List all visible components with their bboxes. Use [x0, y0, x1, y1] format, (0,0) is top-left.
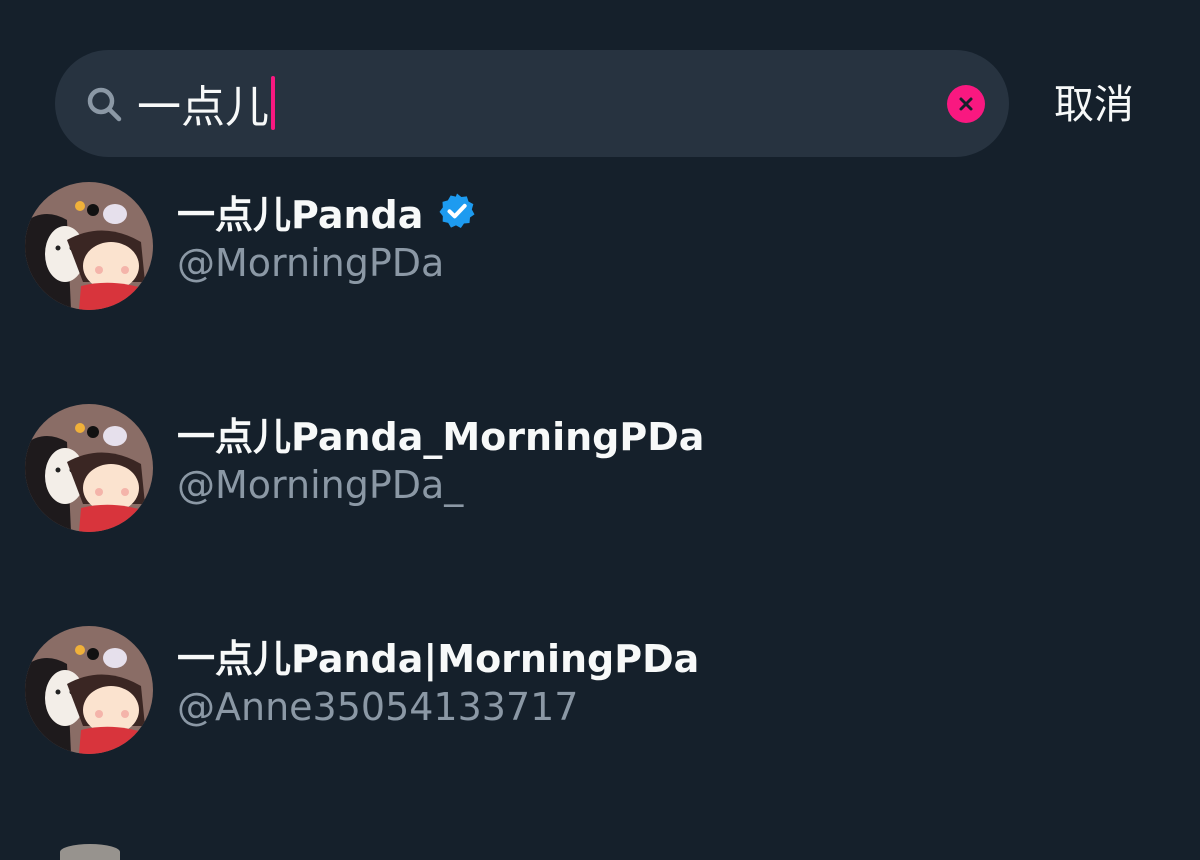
- result-display-name: 一点儿Panda|MorningPDa: [177, 630, 700, 681]
- result-display-name: 一点儿Panda: [177, 186, 477, 237]
- search-result-row[interactable]: 一点儿Panda|MorningPDa @Anne35054133717: [0, 626, 1200, 806]
- clear-search-button[interactable]: [947, 85, 985, 123]
- search-result-row[interactable]: 一点儿Panda @MorningPDa: [0, 182, 1200, 362]
- close-icon: [959, 97, 973, 111]
- cancel-button[interactable]: 取消: [1054, 78, 1134, 132]
- result-handle: @Anne35054133717: [177, 685, 579, 729]
- verified-badge-icon: [439, 193, 475, 228]
- avatar: [25, 182, 153, 310]
- avatar: [25, 626, 153, 754]
- search-input[interactable]: 一点儿: [137, 68, 275, 138]
- display-name-text: 一点儿Panda_MorningPDa: [177, 414, 705, 459]
- search-query-text: 一点儿: [137, 82, 269, 133]
- result-handle: @MorningPDa_: [177, 463, 464, 507]
- result-handle: @MorningPDa: [177, 241, 445, 285]
- text-cursor: [271, 76, 275, 130]
- search-icon: [87, 87, 122, 122]
- avatar: [25, 404, 153, 532]
- display-name-text: 一点儿Panda|MorningPDa: [177, 636, 700, 681]
- search-result-row[interactable]: 一点儿Panda_MorningPDa @MorningPDa_: [0, 404, 1200, 584]
- display-name-text: 一点儿Panda: [177, 192, 424, 237]
- avatar: [60, 844, 120, 860]
- result-display-name: 一点儿Panda_MorningPDa: [177, 408, 705, 459]
